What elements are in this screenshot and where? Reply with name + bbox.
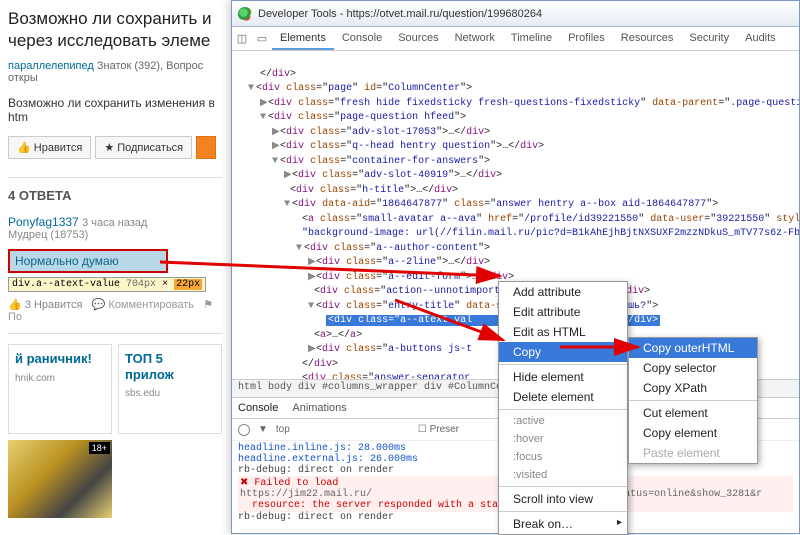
drawer-tab-console[interactable]: Console: [238, 402, 278, 414]
ctx-cut[interactable]: Cut element: [629, 403, 757, 423]
ctx-visited[interactable]: :visited: [499, 466, 627, 484]
window-title: Developer Tools - https://otvet.mail.ru/…: [258, 8, 542, 20]
tab-elements[interactable]: Elements: [272, 27, 334, 50]
card-domain: hnik.com: [15, 373, 105, 384]
answer-actions: 👍 3 Нравится 💬 Комментировать ⚑ По: [8, 298, 222, 323]
ctx-edit-html[interactable]: Edit as HTML: [499, 322, 627, 342]
card-title: й раничник!: [15, 351, 105, 367]
answer-rank: Мудрец (18753): [8, 229, 222, 241]
context-selector[interactable]: top: [276, 424, 290, 435]
age-badge: 18+: [89, 442, 110, 454]
ctx-copy-selector[interactable]: Copy selector: [629, 358, 757, 378]
like-button[interactable]: 👍 Нравится: [8, 136, 91, 159]
promo-card[interactable]: ТОП 5 прилож sbs.edu: [118, 344, 222, 434]
tab-profiles[interactable]: Profiles: [560, 27, 613, 50]
separator: [499, 486, 627, 487]
tab-sources[interactable]: Sources: [390, 27, 446, 50]
action-row: 👍 Нравится ★ Подписаться: [8, 136, 222, 159]
tab-console[interactable]: Console: [334, 27, 390, 50]
ctx-paste: Paste element: [629, 443, 757, 463]
promo-thumb-row: 18+: [8, 440, 222, 518]
ctx-focus[interactable]: :focus: [499, 448, 627, 466]
promo-cards: й раничник! hnik.com ТОП 5 прилож sbs.ed…: [8, 344, 222, 434]
devtools-tabs: ◫ ▭ Elements Console Sources Network Tim…: [232, 27, 799, 51]
separator: [499, 364, 627, 365]
ctx-hover[interactable]: :hover: [499, 430, 627, 448]
orange-button[interactable]: [196, 136, 216, 159]
divider: [8, 333, 222, 334]
clear-icon[interactable]: [238, 424, 250, 436]
ctx-copy[interactable]: Copy: [499, 342, 627, 362]
answer-block: Ponyfag1337 3 часа назад Мудрец (18753) …: [8, 215, 222, 323]
ctx-copy-element[interactable]: Copy element: [629, 423, 757, 443]
preserve-log[interactable]: Preser: [430, 424, 459, 435]
promo-card[interactable]: й раничник! hnik.com: [8, 344, 112, 434]
separator: [629, 400, 757, 401]
ctx-active[interactable]: :active: [499, 412, 627, 430]
tab-audits[interactable]: Audits: [737, 27, 784, 50]
card-domain: sbs.edu: [125, 388, 215, 399]
answer-time: 3 часа назад: [82, 217, 147, 229]
ctx-add-attribute[interactable]: Add attribute: [499, 282, 627, 302]
answer-text-highlighted[interactable]: Нормально думаю: [8, 249, 168, 273]
tab-security[interactable]: Security: [681, 27, 737, 50]
author-link[interactable]: параллелепипед: [8, 60, 94, 72]
answer-like[interactable]: 3 Нравится: [25, 299, 83, 311]
promo-thumbnail[interactable]: 18+: [8, 440, 112, 518]
subscribe-button[interactable]: ★ Подписаться: [95, 136, 192, 159]
answers-header: 4 ОТВЕТА: [8, 177, 222, 203]
tab-timeline[interactable]: Timeline: [503, 27, 560, 50]
ctx-copy-outerhtml[interactable]: Copy outerHTML: [629, 338, 757, 358]
separator: [499, 511, 627, 512]
context-menu: Add attribute Edit attribute Edit as HTM…: [498, 281, 628, 535]
ctx-copy-xpath[interactable]: Copy XPath: [629, 378, 757, 398]
answer-comment[interactable]: Комментировать: [108, 299, 194, 311]
inspect-tooltip: div.a--atext-value 704px × 22px: [8, 277, 206, 292]
ctx-edit-attribute[interactable]: Edit attribute: [499, 302, 627, 322]
card-title: ТОП 5 прилож: [125, 351, 215, 382]
answer-author[interactable]: Ponyfag1337: [8, 215, 79, 229]
chrome-icon: [238, 7, 252, 21]
devtools-titlebar[interactable]: Developer Tools - https://otvet.mail.ru/…: [232, 1, 799, 27]
ctx-scroll[interactable]: Scroll into view: [499, 489, 627, 509]
tab-network[interactable]: Network: [447, 27, 503, 50]
question-body: Возможно ли сохранить изменения в htm: [8, 96, 222, 124]
drawer-tab-animations[interactable]: Animations: [292, 402, 346, 414]
ctx-hide[interactable]: Hide element: [499, 367, 627, 387]
device-icon[interactable]: ▭: [252, 27, 272, 50]
page-content: Возможно ли сохранить и через исследоват…: [0, 0, 230, 534]
question-title: Возможно ли сохранить и через исследоват…: [8, 8, 222, 52]
tab-resources[interactable]: Resources: [613, 27, 682, 50]
separator: [499, 409, 627, 410]
filter-icon[interactable]: ▼: [258, 424, 268, 435]
question-meta: параллелепипед Знаток (392), Вопрос откр…: [8, 60, 222, 84]
inspect-icon[interactable]: ◫: [232, 27, 252, 50]
ctx-break[interactable]: Break on…: [499, 514, 627, 534]
context-submenu: Copy outerHTML Copy selector Copy XPath …: [628, 337, 758, 464]
ctx-delete[interactable]: Delete element: [499, 387, 627, 407]
answer-complain[interactable]: По: [8, 311, 22, 323]
